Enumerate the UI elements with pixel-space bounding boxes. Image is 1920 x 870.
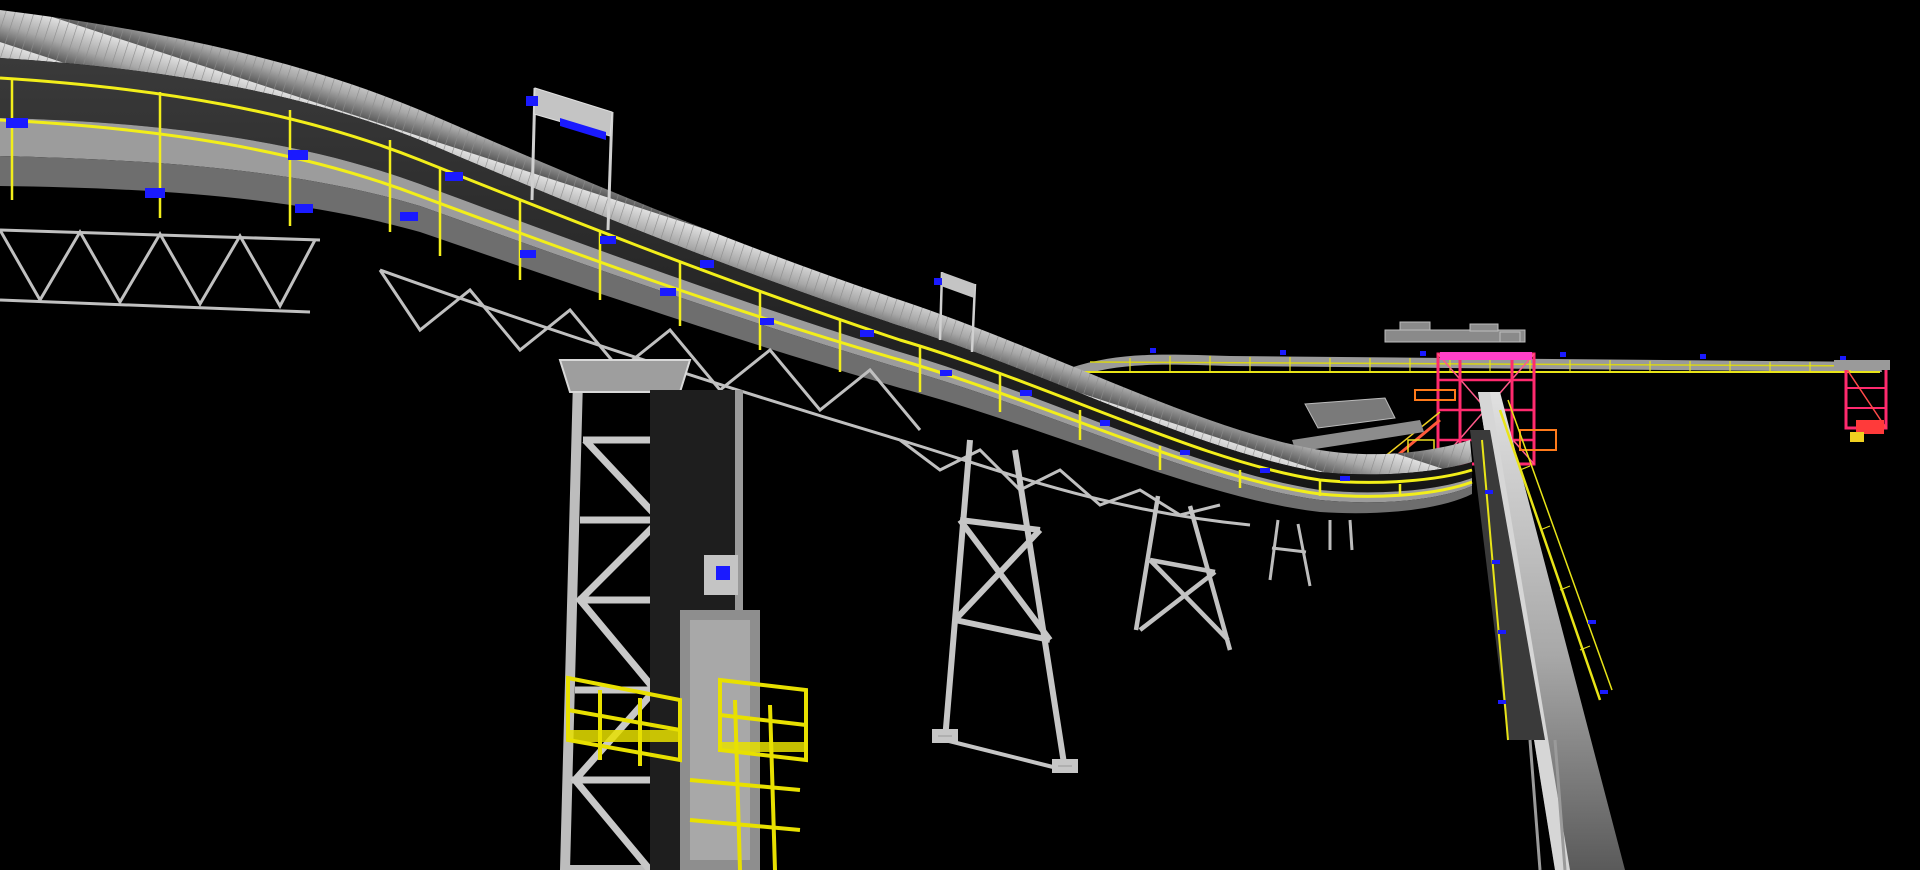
conveyor-scene <box>0 0 1920 870</box>
